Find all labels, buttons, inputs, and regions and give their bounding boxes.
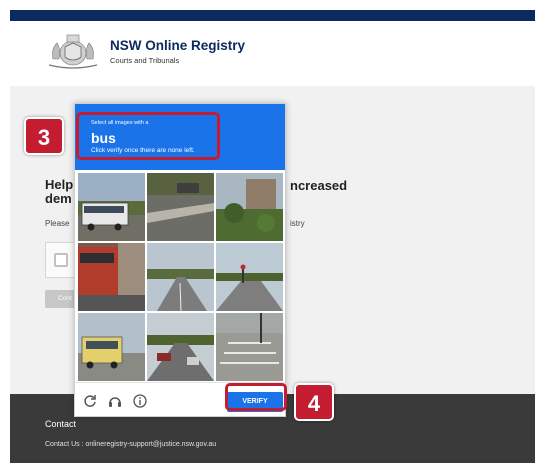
step-3-callout-badge: 3: [24, 117, 64, 155]
site-subtitle: Courts and Tribunals: [110, 56, 180, 65]
step-4-callout-badge: 4: [294, 383, 334, 421]
nsw-crest-logo: [48, 34, 98, 69]
captcha-tile-1[interactable]: [78, 173, 145, 241]
captcha-tile-9[interactable]: [216, 313, 283, 381]
footer-contact-heading: Contact: [45, 419, 77, 429]
intro-text-right: istry: [290, 219, 305, 228]
captcha-image-grid: [78, 173, 283, 381]
captcha-tile-3[interactable]: [216, 173, 283, 241]
info-icon[interactable]: [133, 394, 147, 408]
captcha-tile-6[interactable]: [216, 243, 283, 311]
captcha-checkbox[interactable]: [54, 253, 68, 267]
callout-highlight-instruction: [76, 112, 220, 160]
reload-icon[interactable]: [83, 394, 97, 408]
intro-text-left: Please: [45, 219, 70, 228]
captcha-tile-5[interactable]: [147, 243, 214, 311]
page-heading-left: Help dem: [45, 177, 74, 206]
captcha-tile-4[interactable]: [78, 243, 145, 311]
top-bar: [10, 10, 535, 21]
captcha-tile-7[interactable]: [78, 313, 145, 381]
headphones-icon[interactable]: [108, 394, 122, 408]
captcha-tile-8[interactable]: [147, 313, 214, 381]
captcha-tile-2[interactable]: [147, 173, 214, 241]
site-title: NSW Online Registry: [110, 38, 246, 53]
callout-highlight-verify: [225, 383, 287, 411]
page-heading-right: ncreased: [290, 178, 348, 193]
footer-contact-line[interactable]: Contact Us : onlineregistry-support@just…: [45, 441, 216, 448]
